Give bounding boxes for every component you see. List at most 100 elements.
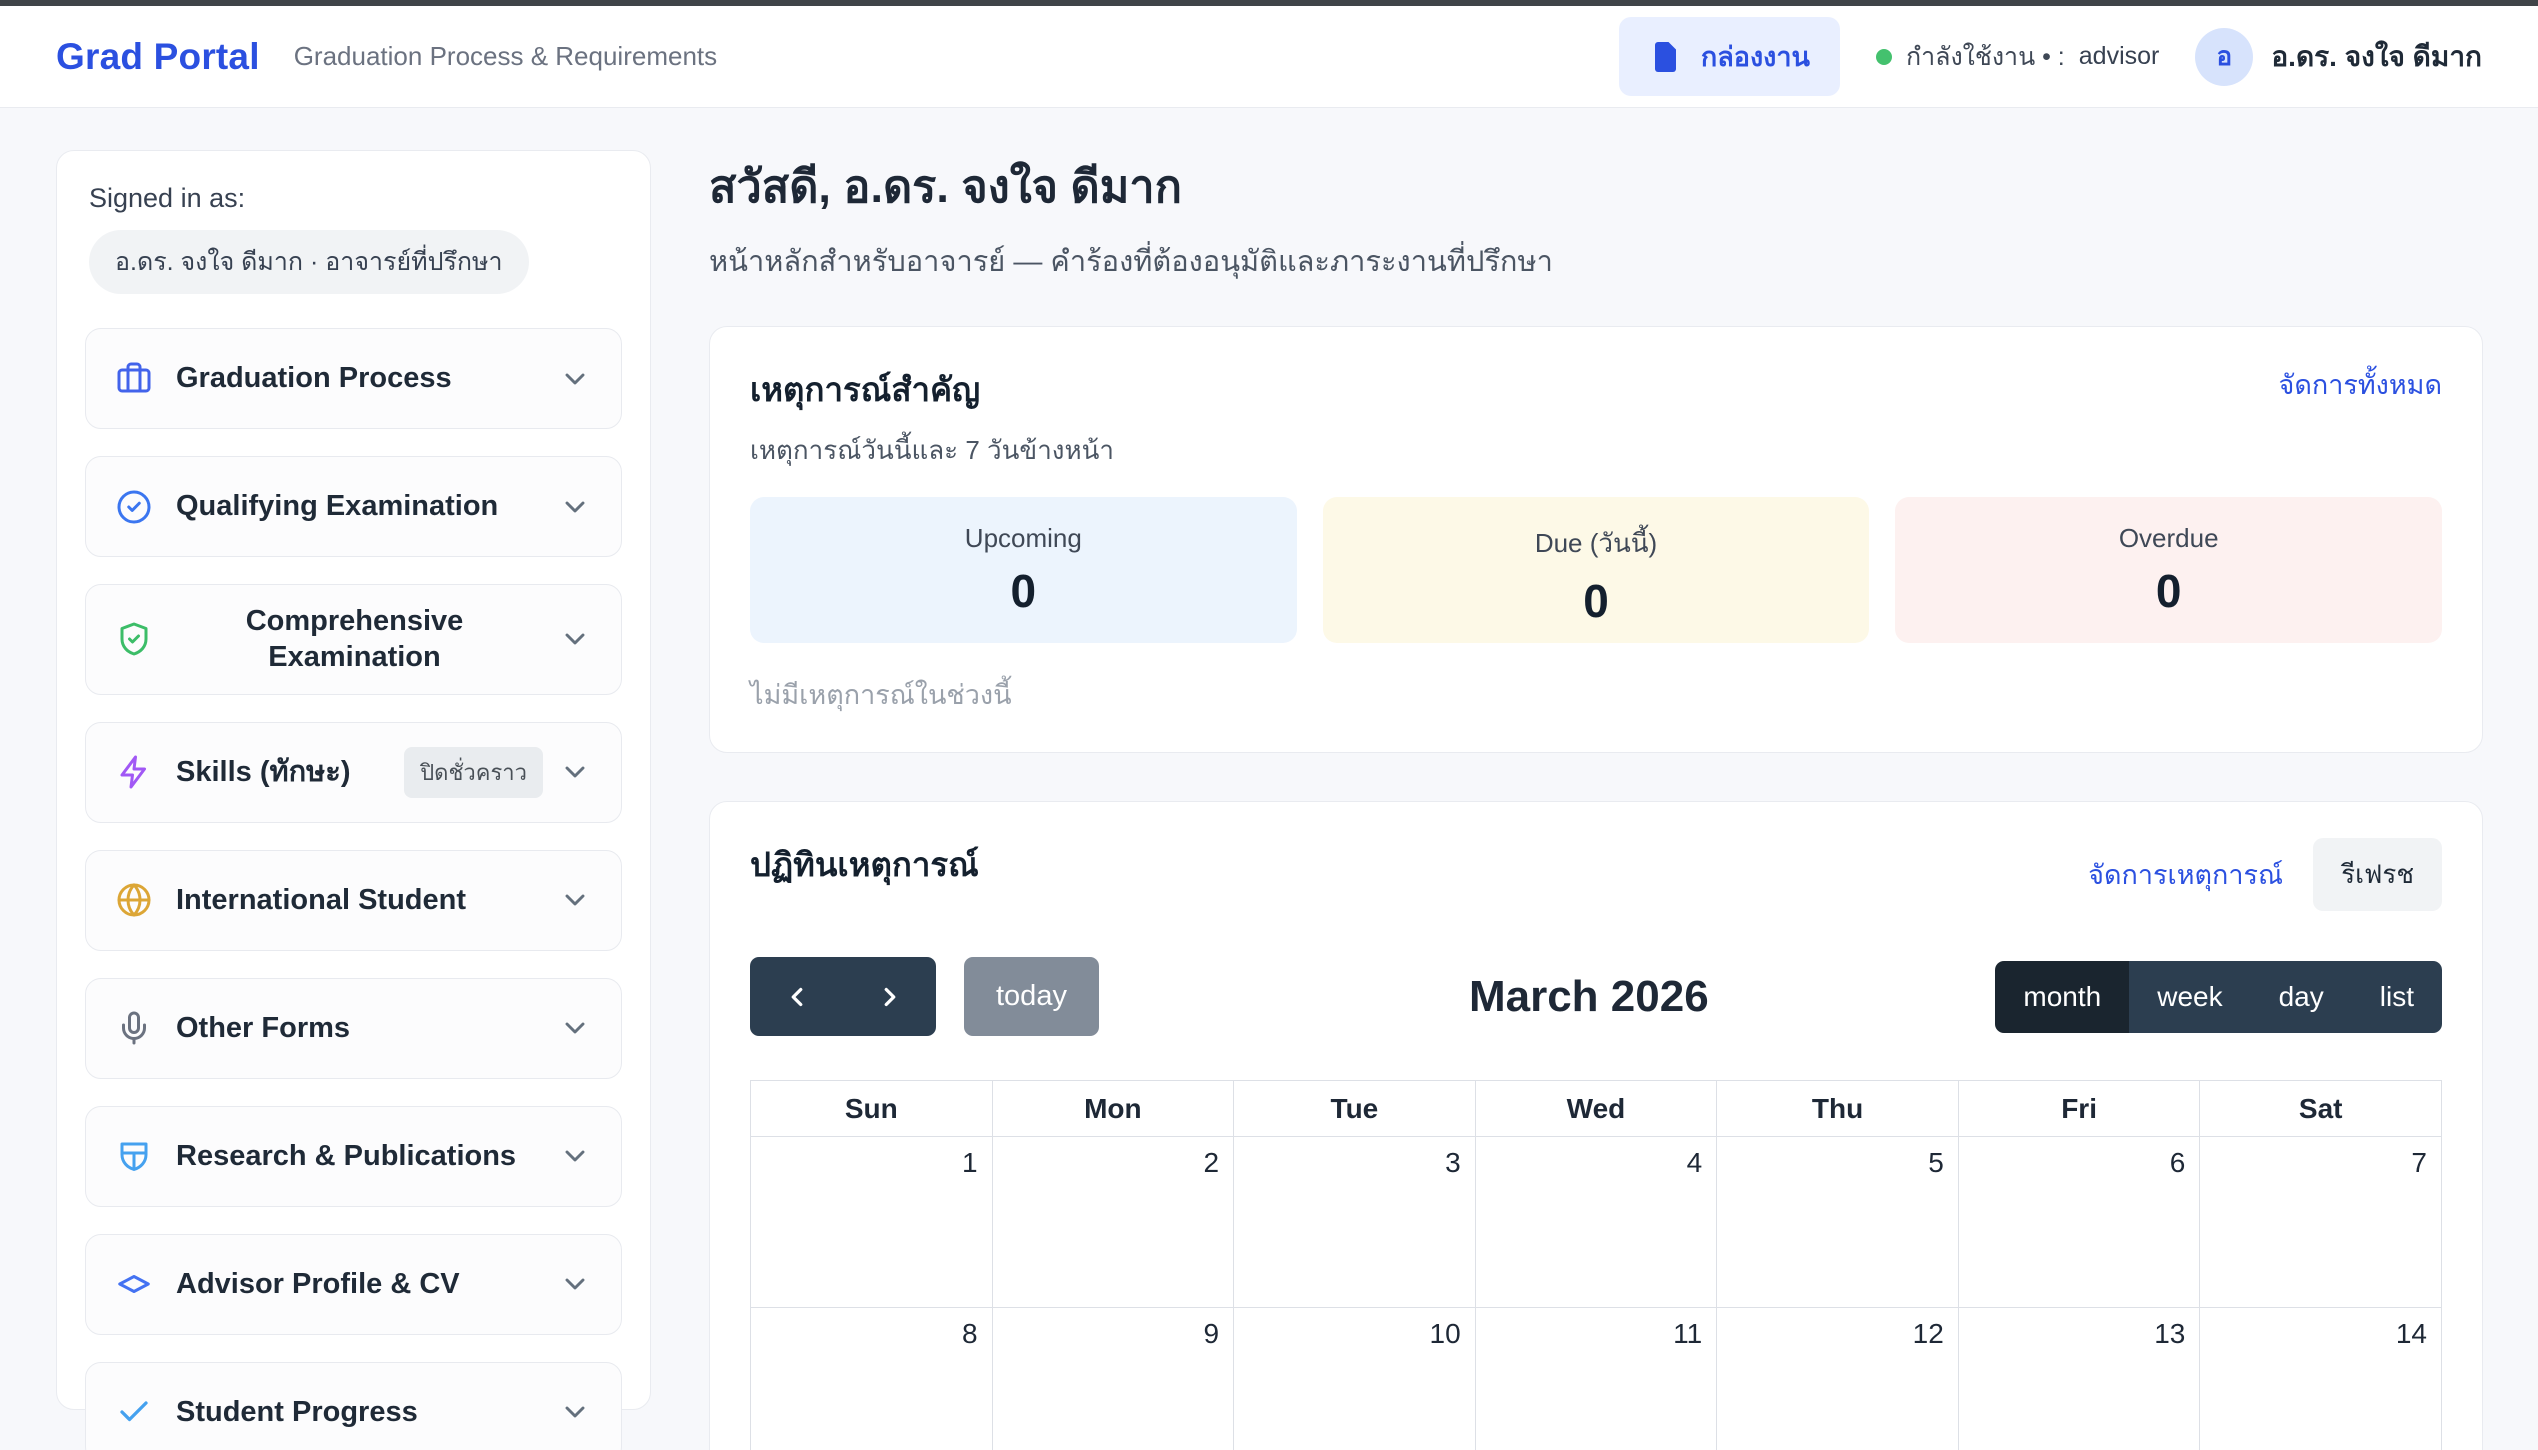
chevron-down-icon bbox=[559, 1140, 591, 1172]
today-button[interactable]: today bbox=[964, 957, 1099, 1036]
sidebar-item-label: International Student bbox=[176, 882, 543, 918]
sidebar-item-label: Research & Publications bbox=[176, 1138, 543, 1174]
manage-all-link[interactable]: จัดการทั้งหมด bbox=[2279, 363, 2442, 406]
avatar[interactable]: อ bbox=[2195, 28, 2253, 86]
events-card: เหตุการณ์สำคัญ จัดการทั้งหมด เหตุการณ์วั… bbox=[709, 326, 2483, 753]
circle-check-icon bbox=[116, 489, 152, 525]
chevron-down-icon bbox=[559, 1012, 591, 1044]
main-content: สวัสดี, อ.ดร. จงใจ ดีมาก หน้าหลักสำหรับอ… bbox=[709, 150, 2483, 1450]
day-cell[interactable]: 6 bbox=[1958, 1137, 2200, 1308]
manage-events-link[interactable]: จัดการเหตุการณ์ bbox=[2088, 853, 2283, 896]
sidebar-item-label: Advisor Profile & CV bbox=[176, 1266, 543, 1302]
events-subtitle: เหตุการณ์วันนี้และ 7 วันข้างหน้า bbox=[750, 430, 2442, 471]
sidebar: Signed in as: อ.ดร. จงใจ ดีมาก · อาจารย์… bbox=[56, 150, 651, 1410]
day-header-sat: Sat bbox=[2200, 1081, 2442, 1137]
day-cell[interactable]: 10 bbox=[1234, 1308, 1476, 1450]
globe-icon bbox=[116, 882, 152, 918]
sidebar-item-label: Student Progress bbox=[176, 1394, 543, 1430]
day-cell[interactable]: 3 bbox=[1234, 1137, 1476, 1308]
sidebar-item-graduation-process[interactable]: Graduation Process bbox=[85, 328, 622, 429]
online-dot-icon bbox=[1876, 49, 1892, 65]
header-subtitle: Graduation Process & Requirements bbox=[294, 41, 717, 72]
stat-label: Upcoming bbox=[750, 523, 1297, 554]
day-header-thu: Thu bbox=[1717, 1081, 1959, 1137]
diamond-icon bbox=[116, 1266, 152, 1302]
zap-icon bbox=[116, 754, 152, 790]
chevron-down-icon bbox=[559, 623, 591, 655]
calendar-month-title: March 2026 bbox=[1469, 972, 1709, 1022]
chevron-down-icon bbox=[559, 884, 591, 916]
stat-overdue: Overdue 0 bbox=[1895, 497, 2442, 643]
sidebar-menu: Graduation Process Qualifying Examinatio… bbox=[85, 328, 622, 1450]
app-header: Grad Portal Graduation Process & Require… bbox=[0, 6, 2538, 108]
shield-check-icon bbox=[116, 621, 152, 657]
inbox-button-label: กล่องงาน bbox=[1701, 35, 1810, 78]
sidebar-item-label: Comprehensive Examination bbox=[176, 603, 533, 676]
day-cell[interactable]: 5 bbox=[1717, 1137, 1959, 1308]
sidebar-item-international-student[interactable]: International Student bbox=[85, 850, 622, 951]
view-day-button[interactable]: day bbox=[2251, 961, 2352, 1033]
check-icon bbox=[116, 1394, 152, 1430]
sidebar-item-comprehensive-examination[interactable]: Comprehensive Examination bbox=[85, 584, 622, 695]
stat-due-today: Due (วันนี้) 0 bbox=[1323, 497, 1870, 643]
calendar-grid: Sun Mon Tue Wed Thu Fri Sat 1 2 bbox=[750, 1080, 2442, 1450]
view-month-button[interactable]: month bbox=[1995, 961, 2129, 1033]
prev-month-button[interactable] bbox=[750, 957, 843, 1036]
day-header-tue: Tue bbox=[1234, 1081, 1476, 1137]
sidebar-item-skills[interactable]: Skills (ทักษะ) ปิดชั่วคราว bbox=[85, 722, 622, 823]
day-cell[interactable]: 8 bbox=[751, 1308, 993, 1450]
view-switcher: month week day list bbox=[1995, 961, 2442, 1033]
sidebar-item-advisor-profile-cv[interactable]: Advisor Profile & CV bbox=[85, 1234, 622, 1335]
briefcase-icon bbox=[116, 361, 152, 397]
closed-badge: ปิดชั่วคราว bbox=[404, 747, 543, 798]
microphone-icon bbox=[116, 1010, 152, 1046]
sidebar-item-student-progress[interactable]: Student Progress bbox=[85, 1362, 622, 1450]
day-cell[interactable]: 4 bbox=[1475, 1137, 1717, 1308]
stat-value: 0 bbox=[750, 564, 1297, 618]
chevron-right-icon bbox=[875, 982, 905, 1012]
day-header-sun: Sun bbox=[751, 1081, 993, 1137]
day-cell[interactable]: 12 bbox=[1717, 1308, 1959, 1450]
chevron-down-icon bbox=[559, 491, 591, 523]
stat-value: 0 bbox=[1895, 564, 2442, 618]
day-cell[interactable]: 1 bbox=[751, 1137, 993, 1308]
refresh-button[interactable]: รีเฟรช bbox=[2313, 838, 2442, 911]
day-cell[interactable]: 13 bbox=[1958, 1308, 2200, 1450]
status-label: กำลังใช้งาน • : bbox=[1906, 37, 2065, 77]
day-cell[interactable]: 2 bbox=[992, 1137, 1234, 1308]
calendar-toolbar: today March 2026 month week day list bbox=[750, 957, 2442, 1036]
signed-in-label: Signed in as: bbox=[89, 183, 622, 214]
day-cell[interactable]: 7 bbox=[2200, 1137, 2442, 1308]
shield-grid-icon bbox=[116, 1138, 152, 1174]
calendar-card: ปฏิทินเหตุการณ์ จัดการเหตุการณ์ รีเฟรช bbox=[709, 801, 2483, 1450]
chevron-down-icon bbox=[559, 1396, 591, 1428]
user-name: อ.ดร. จงใจ ดีมาก bbox=[2271, 35, 2482, 79]
stat-value: 0 bbox=[1323, 574, 1870, 628]
sidebar-item-label: Skills (ทักษะ) bbox=[176, 754, 386, 790]
signed-in-pill: อ.ดร. จงใจ ดีมาก · อาจารย์ที่ปรึกษา bbox=[89, 230, 529, 294]
user-chip[interactable]: อ อ.ดร. จงใจ ดีมาก bbox=[2195, 28, 2482, 86]
inbox-button[interactable]: กล่องงาน bbox=[1619, 17, 1840, 96]
day-cell[interactable]: 14 bbox=[2200, 1308, 2442, 1450]
sidebar-item-qualifying-examination[interactable]: Qualifying Examination bbox=[85, 456, 622, 557]
sidebar-item-label: Other Forms bbox=[176, 1010, 543, 1046]
day-cell[interactable]: 9 bbox=[992, 1308, 1234, 1450]
stat-label: Due (วันนี้) bbox=[1323, 523, 1870, 564]
brand-logo[interactable]: Grad Portal bbox=[56, 36, 260, 78]
day-cell[interactable]: 11 bbox=[1475, 1308, 1717, 1450]
calendar-title: ปฏิทินเหตุการณ์ bbox=[750, 838, 979, 891]
view-week-button[interactable]: week bbox=[2129, 961, 2250, 1033]
stat-label: Overdue bbox=[1895, 523, 2442, 554]
sidebar-item-label: Qualifying Examination bbox=[176, 488, 543, 524]
chevron-down-icon bbox=[559, 756, 591, 788]
session-status: กำลังใช้งาน • : advisor bbox=[1876, 37, 2159, 77]
next-month-button[interactable] bbox=[843, 957, 936, 1036]
stat-upcoming: Upcoming 0 bbox=[750, 497, 1297, 643]
day-header-wed: Wed bbox=[1475, 1081, 1717, 1137]
chevron-left-icon bbox=[782, 982, 812, 1012]
view-list-button[interactable]: list bbox=[2352, 961, 2442, 1033]
day-header-fri: Fri bbox=[1958, 1081, 2200, 1137]
sidebar-item-research-publications[interactable]: Research & Publications bbox=[85, 1106, 622, 1207]
sidebar-item-label: Graduation Process bbox=[176, 360, 543, 396]
sidebar-item-other-forms[interactable]: Other Forms bbox=[85, 978, 622, 1079]
